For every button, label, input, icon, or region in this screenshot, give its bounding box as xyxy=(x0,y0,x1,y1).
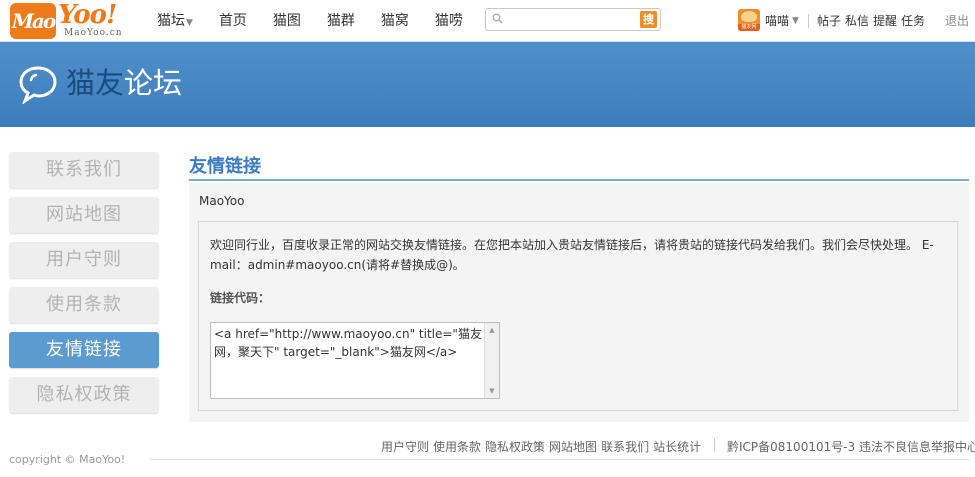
title-divider xyxy=(189,179,969,181)
search-icon xyxy=(492,13,503,24)
user-link-posts[interactable]: 帖子 xyxy=(817,0,841,42)
logo-domain: MaoYoo.cn xyxy=(64,28,123,38)
user-link-notifications[interactable]: 提醒 xyxy=(873,0,897,42)
page-title: 友情链接 xyxy=(189,156,261,177)
link-info-box: 欢迎同行业，百度收录正常的网站交换友情链接。在您把本站加入贵站友情链接后，请将贵… xyxy=(198,221,958,411)
footer-link-sitemap[interactable]: 网站地图 xyxy=(549,438,597,455)
top-bar: Mao Yoo! MaoYoo.cn 猫坛▼ 首页 猫图 猫群 猫窝 猫唠 搜 … xyxy=(0,0,975,42)
search-button[interactable]: 搜 xyxy=(640,11,657,28)
user-link-tasks[interactable]: 任务 xyxy=(901,0,925,42)
speech-bubble-icon xyxy=(19,66,57,104)
nav-item-groups[interactable]: 猫群 xyxy=(327,0,355,42)
forum-banner: 猫友论坛 xyxy=(0,42,975,127)
chevron-down-icon: ▼ xyxy=(186,18,193,28)
sidebar-item-contact[interactable]: 联系我们 xyxy=(9,152,159,188)
nav-item-home[interactable]: 首页 xyxy=(219,0,247,42)
sidebar-item-terms[interactable]: 使用条款 xyxy=(9,287,159,323)
footer-link-privacy[interactable]: 隐私权政策 xyxy=(485,438,545,455)
nav-item-photos[interactable]: 猫图 xyxy=(273,0,301,42)
footer-link-stats[interactable]: 站长统计 xyxy=(653,438,701,455)
nav-item-chat[interactable]: 猫唠 xyxy=(435,0,463,42)
scroll-up-icon[interactable]: ▲ xyxy=(485,323,499,337)
cat-face-icon xyxy=(741,11,757,22)
avatar-label: 猫友网 xyxy=(738,24,760,31)
sidebar-item-user-rules[interactable]: 用户守则 xyxy=(9,242,159,278)
sidebar-item-friend-links[interactable]: 友情链接 xyxy=(9,332,159,368)
nav-item-label: 猫坛 xyxy=(157,13,185,29)
copyright: copyright © MaoYoo! xyxy=(9,453,126,466)
avatar[interactable]: 猫友网 xyxy=(738,9,760,31)
user-link-messages[interactable]: 私信 xyxy=(845,0,869,42)
sidebar-item-sitemap[interactable]: 网站地图 xyxy=(9,197,159,233)
intro-text: 欢迎同行业，百度收录正常的网站交换友情链接。在您把本站加入贵站友情链接后，请将贵… xyxy=(210,238,934,272)
sidebar: 联系我们 网站地图 用户守则 使用条款 友情链接 隐私权政策 xyxy=(9,152,159,422)
footer-divider xyxy=(714,438,715,452)
textarea-scrollbar[interactable]: ▲ ▼ xyxy=(484,323,499,398)
footer-link-terms[interactable]: 使用条款 xyxy=(433,438,481,455)
logout-link[interactable]: 退出 xyxy=(945,0,969,42)
code-label: 链接代码： xyxy=(210,291,271,305)
main-nav: 猫坛▼ 首页 猫图 猫群 猫窝 猫唠 xyxy=(157,0,489,42)
site-name: MaoYoo xyxy=(199,194,245,208)
footer-icp[interactable]: 黔ICP备08100101号-3 违法不良信息举报中心 xyxy=(727,438,975,455)
user-links: 帖子 私信 提醒 任务 xyxy=(817,0,929,42)
scroll-down-icon[interactable]: ▼ xyxy=(485,384,499,398)
search-input[interactable] xyxy=(508,11,636,28)
user-menu-chevron-icon[interactable]: ▼ xyxy=(792,0,799,42)
footer-link-user-rules[interactable]: 用户守则 xyxy=(381,438,429,455)
divider xyxy=(808,14,809,28)
footer-rule xyxy=(150,459,969,460)
footer-links: 用户守则 使用条款 隐私权政策 网站地图 联系我们 站长统计 xyxy=(381,438,705,455)
banner-title-part2: 论坛 xyxy=(124,66,183,100)
banner-title: 猫友论坛 xyxy=(66,63,182,103)
nav-item-nest[interactable]: 猫窝 xyxy=(381,0,409,42)
sidebar-item-privacy[interactable]: 隐私权政策 xyxy=(9,377,159,413)
logo-wordmark: Yoo! xyxy=(58,0,117,30)
footer-link-contact[interactable]: 联系我们 xyxy=(601,438,649,455)
nav-item-forum[interactable]: 猫坛▼ xyxy=(157,0,193,42)
search-box: 搜 xyxy=(485,8,661,31)
user-name[interactable]: 喵喵 xyxy=(765,0,789,42)
link-code-textarea[interactable]: <a href="http://www.maoyoo.cn" title="猫友… xyxy=(210,322,500,399)
site-logo[interactable]: Mao Yoo! MaoYoo.cn xyxy=(10,0,123,40)
content-panel: MaoYoo 欢迎同行业，百度收录正常的网站交换友情链接。在您把本站加入贵站友情… xyxy=(189,183,969,422)
logo-badge: Mao xyxy=(10,3,56,39)
banner-title-part1: 猫友 xyxy=(66,66,125,100)
